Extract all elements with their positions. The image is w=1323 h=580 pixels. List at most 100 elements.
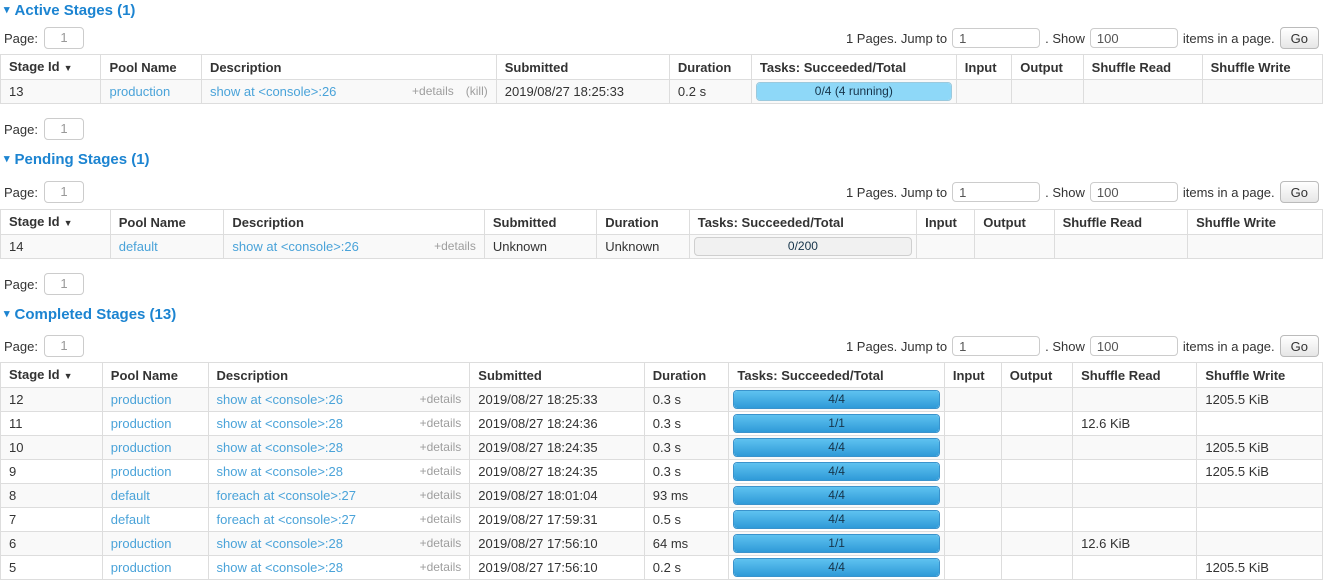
details-toggle[interactable]: +details: [420, 559, 462, 576]
stage-id-cell: 5: [1, 556, 103, 580]
submitted-cell: 2019/08/27 18:24:35: [470, 436, 645, 460]
jump-to-page-input[interactable]: [952, 182, 1040, 202]
pool-name-link[interactable]: default: [111, 488, 150, 503]
task-progress-bar: 4/4: [733, 558, 939, 577]
column-header-output[interactable]: Output: [975, 210, 1054, 235]
details-toggle[interactable]: +details: [420, 487, 462, 504]
pool-name-link[interactable]: production: [111, 416, 172, 431]
tasks-cell: 4/4: [729, 508, 944, 532]
details-toggle[interactable]: +details: [434, 238, 476, 255]
task-progress-label: 1/1: [734, 415, 938, 432]
column-header-stage-id[interactable]: Stage Id▼: [1, 55, 101, 80]
pool-name-link[interactable]: default: [119, 239, 158, 254]
kill-link[interactable]: (kill): [466, 83, 488, 100]
pool-name-link[interactable]: production: [111, 392, 172, 407]
details-toggle[interactable]: +details: [420, 463, 462, 480]
pager-row: Page: 1 1 Pages. Jump to . Show items in…: [4, 181, 1319, 203]
description-link[interactable]: foreach at <console>:27: [217, 511, 357, 528]
description-link[interactable]: foreach at <console>:27: [217, 487, 357, 504]
input-cell: [944, 388, 1001, 412]
current-page-box[interactable]: 1: [44, 273, 84, 295]
description-link[interactable]: show at <console>:28: [217, 559, 343, 576]
current-page-box[interactable]: 1: [44, 181, 84, 203]
column-header-submitted[interactable]: Submitted: [484, 210, 596, 235]
show-items-input[interactable]: [1090, 336, 1178, 356]
column-header-output[interactable]: Output: [1012, 55, 1083, 80]
column-header-duration[interactable]: Duration: [644, 363, 729, 388]
column-header-pool-name[interactable]: Pool Name: [110, 210, 224, 235]
column-header-shuffle-write[interactable]: Shuffle Write: [1202, 55, 1322, 80]
pool-name-link[interactable]: default: [111, 512, 150, 527]
description-cell: show at <console>:26 +details (kill): [201, 80, 496, 104]
submitted-cell: 2019/08/27 18:24:36: [470, 412, 645, 436]
go-button[interactable]: Go: [1280, 27, 1319, 49]
column-header-input[interactable]: Input: [956, 55, 1012, 80]
details-toggle[interactable]: +details: [420, 511, 462, 528]
column-header-description[interactable]: Description: [224, 210, 484, 235]
column-header-tasks-succeeded-total[interactable]: Tasks: Succeeded/Total: [729, 363, 944, 388]
column-header-shuffle-read[interactable]: Shuffle Read: [1083, 55, 1202, 80]
column-header-submitted[interactable]: Submitted: [470, 363, 645, 388]
jump-to-page-input[interactable]: [952, 28, 1040, 48]
column-header-shuffle-write[interactable]: Shuffle Write: [1197, 363, 1323, 388]
current-page-box[interactable]: 1: [44, 27, 84, 49]
column-header-input[interactable]: Input: [917, 210, 975, 235]
completed-stages-header[interactable]: ▾ Completed Stages (13): [4, 307, 1323, 322]
go-button[interactable]: Go: [1280, 335, 1319, 357]
show-items-input[interactable]: [1090, 182, 1178, 202]
shuffle-write-cell: [1197, 484, 1323, 508]
jump-to-page-input[interactable]: [952, 336, 1040, 356]
current-page-box[interactable]: 1: [44, 335, 84, 357]
column-header-tasks-succeeded-total[interactable]: Tasks: Succeeded/Total: [751, 55, 956, 80]
output-cell: [1001, 508, 1072, 532]
shuffle-write-cell: 1205.5 KiB: [1197, 388, 1323, 412]
details-toggle[interactable]: +details: [420, 415, 462, 432]
shuffle-read-cell: [1073, 556, 1197, 580]
column-header-duration[interactable]: Duration: [669, 55, 751, 80]
column-header-shuffle-read[interactable]: Shuffle Read: [1073, 363, 1197, 388]
column-header-shuffle-write[interactable]: Shuffle Write: [1188, 210, 1323, 235]
column-header-submitted[interactable]: Submitted: [496, 55, 669, 80]
column-header-description[interactable]: Description: [201, 55, 496, 80]
pending-stages-header[interactable]: ▾ Pending Stages (1): [4, 152, 1323, 167]
column-header-stage-id[interactable]: Stage Id▼: [1, 210, 111, 235]
output-cell: [1001, 388, 1072, 412]
column-header-duration[interactable]: Duration: [597, 210, 690, 235]
description-link[interactable]: show at <console>:26: [217, 391, 343, 408]
description-link[interactable]: show at <console>:26: [232, 238, 358, 255]
description-link[interactable]: show at <console>:28: [217, 535, 343, 552]
details-toggle[interactable]: +details: [412, 83, 454, 100]
pool-name-link[interactable]: production: [111, 560, 172, 575]
active-stages-header[interactable]: ▾ Active Stages (1): [4, 3, 1323, 18]
duration-cell: 64 ms: [644, 532, 729, 556]
description-link[interactable]: show at <console>:28: [217, 415, 343, 432]
description-link[interactable]: show at <console>:28: [217, 439, 343, 456]
pool-name-link[interactable]: production: [109, 84, 170, 99]
pool-name-link[interactable]: production: [111, 536, 172, 551]
column-header-pool-name[interactable]: Pool Name: [101, 55, 201, 80]
task-progress-label: 4/4: [734, 487, 938, 504]
active-stages-section: ▾ Active Stages (1) Page: 1 1 Pages. Jum…: [0, 3, 1323, 140]
output-cell: [975, 235, 1054, 259]
current-page-box[interactable]: 1: [44, 118, 84, 140]
column-header-pool-name[interactable]: Pool Name: [102, 363, 208, 388]
details-toggle[interactable]: +details: [420, 391, 462, 408]
pool-name-link[interactable]: production: [111, 464, 172, 479]
column-header-stage-id[interactable]: Stage Id▼: [1, 363, 103, 388]
go-button[interactable]: Go: [1280, 181, 1319, 203]
column-header-description[interactable]: Description: [208, 363, 470, 388]
description-link[interactable]: show at <console>:26: [210, 83, 336, 100]
task-progress-bar: 0/4 (4 running): [756, 82, 952, 101]
details-toggle[interactable]: +details: [420, 439, 462, 456]
show-items-input[interactable]: [1090, 28, 1178, 48]
pager-row: Page: 1 1 Pages. Jump to . Show items in…: [4, 335, 1319, 357]
column-header-tasks-succeeded-total[interactable]: Tasks: Succeeded/Total: [689, 210, 916, 235]
details-toggle[interactable]: +details: [420, 535, 462, 552]
column-header-shuffle-read[interactable]: Shuffle Read: [1054, 210, 1188, 235]
column-header-output[interactable]: Output: [1001, 363, 1072, 388]
pool-name-link[interactable]: production: [111, 440, 172, 455]
column-header-input[interactable]: Input: [944, 363, 1001, 388]
pending-stages-table: Stage Id▼Pool NameDescriptionSubmittedDu…: [0, 209, 1323, 259]
description-link[interactable]: show at <console>:28: [217, 463, 343, 480]
pool-name-cell: production: [102, 460, 208, 484]
